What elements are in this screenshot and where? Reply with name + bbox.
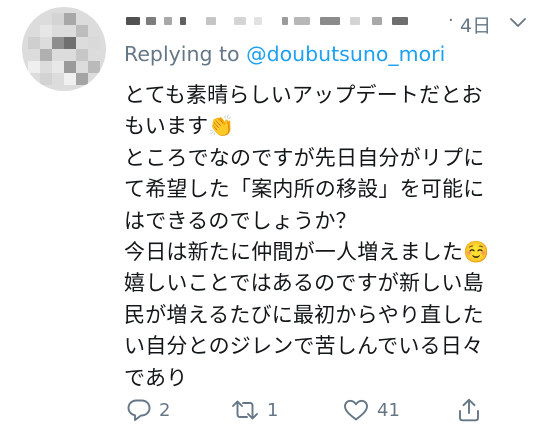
tweet-text-line: はできるのでしょうか？ [124, 208, 357, 233]
replying-to-label: Replying to [124, 42, 247, 66]
reply-handle-link[interactable]: @doubutsuno_mori [246, 42, 445, 66]
retweet-count: 1 [267, 399, 279, 421]
avatar[interactable] [22, 7, 106, 91]
tweet-text-line: 民が増えるたびに最初からやり直した [124, 302, 484, 327]
chevron-down-icon[interactable] [508, 12, 528, 32]
tweet-text-line: 今日は新たに仲間が一人増えました☺️ [124, 239, 490, 264]
share-icon [456, 397, 482, 423]
replying-to: Replying to @doubutsuno_mori [124, 42, 445, 66]
retweet-button[interactable]: 1 [230, 396, 278, 424]
tweet-text-line: とても素晴らしいアップデートだとお [124, 83, 483, 107]
tweet-header: · 4日 [124, 8, 534, 37]
share-button[interactable] [456, 396, 482, 424]
blurred-user-name[interactable] [124, 8, 424, 34]
reply-count: 2 [159, 399, 171, 421]
tweet-text-line: もいます👏 [124, 114, 235, 139]
retweet-icon [230, 398, 260, 422]
tweet-text-line: であり [124, 365, 188, 390]
separator-dot: · [448, 10, 454, 31]
like-count: 41 [377, 399, 400, 421]
tweet-text-line: て希望した「案内所の移設」を可能に [124, 177, 485, 202]
reply-button[interactable]: 2 [126, 396, 170, 424]
tweet-text: とても素晴らしいアップデートだとお もいます👏 ところでなのですが先日自分がリプ… [124, 80, 534, 394]
tweet-text-line: い自分とのジレンで苦しんでいる日々 [124, 334, 484, 359]
tweet-actions: 2 1 41 [124, 396, 544, 426]
tweet-text-line: 嬉しいことではあるのですが新しい島 [124, 271, 484, 296]
tweet-text-line: ところでなのですが先日自分がリプに [124, 145, 485, 170]
heart-icon [342, 398, 370, 422]
timestamp[interactable]: 4日 [460, 11, 491, 38]
speech-bubble-icon [126, 398, 152, 422]
like-button[interactable]: 41 [342, 396, 400, 424]
